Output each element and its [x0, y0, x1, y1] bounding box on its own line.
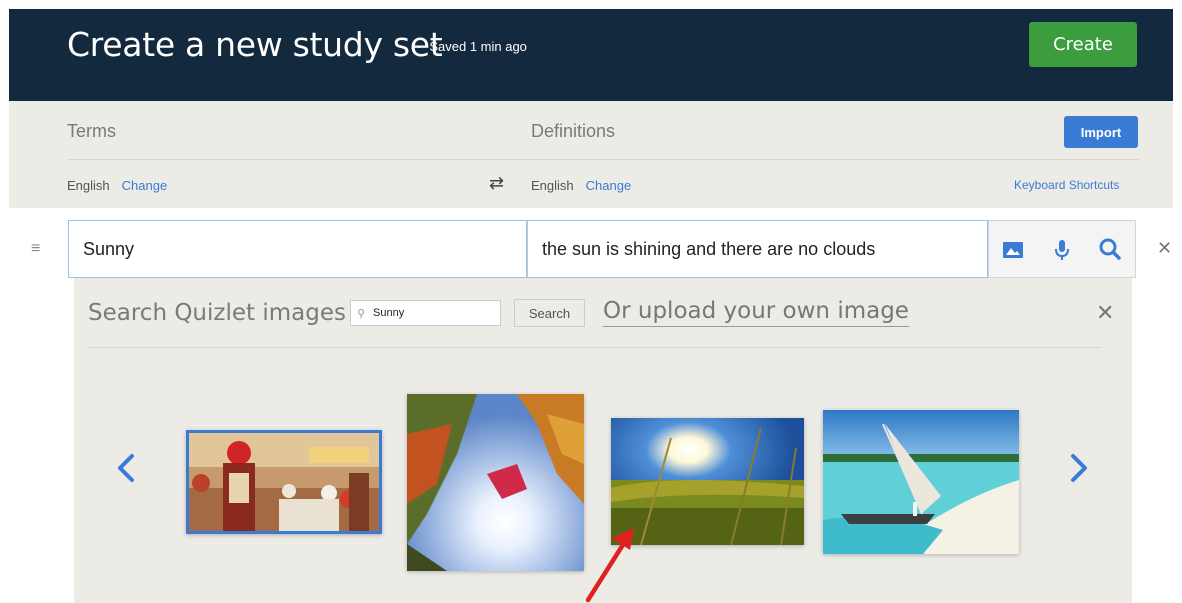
term-language-name: English [67, 178, 110, 193]
terms-heading: Terms [67, 121, 116, 141]
image-search-query: Sunny [373, 307, 405, 319]
image-search-input[interactable]: ⚲ Sunny [350, 300, 501, 326]
image-result-beach-boat[interactable] [823, 410, 1019, 554]
term-language-change-link[interactable]: Change [122, 178, 168, 193]
swap-icon[interactable]: ⇄ [489, 173, 504, 194]
create-button[interactable]: Create [1029, 22, 1137, 67]
app-frame: Create a new study set · Saved 1 min ago … [9, 9, 1173, 603]
image-search-label: Search Quizlet images [88, 300, 346, 326]
saved-status-text: Saved 1 min ago [429, 39, 527, 54]
annotation-arrow-icon [585, 528, 634, 603]
import-button[interactable]: Import [1064, 116, 1138, 148]
chevron-right-icon[interactable] [1067, 448, 1091, 488]
image-search-button[interactable]: Search [514, 299, 585, 327]
definition-language-change-link[interactable]: Change [586, 178, 632, 193]
upload-image-link[interactable]: Or upload your own image [603, 298, 909, 327]
search-icon[interactable] [1095, 235, 1125, 265]
image-result-festival[interactable] [186, 430, 382, 534]
term-input[interactable]: Sunny [68, 220, 527, 278]
image-result-grass-sun[interactable] [611, 418, 804, 545]
mic-icon[interactable] [1047, 235, 1077, 265]
definition-input[interactable]: the sun is shining and there are no clou… [527, 220, 988, 278]
definition-language-name: English [531, 178, 574, 193]
heading-divider [67, 159, 1139, 160]
card-tools [988, 220, 1136, 278]
chevron-left-icon[interactable] [114, 448, 138, 488]
close-icon[interactable]: ✕ [1096, 300, 1114, 326]
definitions-heading: Definitions [531, 121, 616, 141]
drag-handle-icon[interactable]: ≡ [31, 240, 40, 258]
close-icon[interactable]: ✕ [1157, 238, 1172, 259]
page-header: Create a new study set · Saved 1 min ago … [9, 9, 1173, 101]
keyboard-shortcuts-link[interactable]: Keyboard Shortcuts [1014, 178, 1119, 192]
saved-status: · Saved 1 min ago [417, 39, 527, 54]
image-result-autumn-sun[interactable] [407, 394, 584, 571]
image-icon[interactable] [998, 235, 1028, 265]
panel-divider [88, 347, 1102, 348]
search-icon: ⚲ [357, 308, 366, 320]
definition-language: English Change [531, 178, 631, 193]
page-title: Create a new study set [67, 25, 443, 64]
term-language: English Change [67, 178, 167, 193]
